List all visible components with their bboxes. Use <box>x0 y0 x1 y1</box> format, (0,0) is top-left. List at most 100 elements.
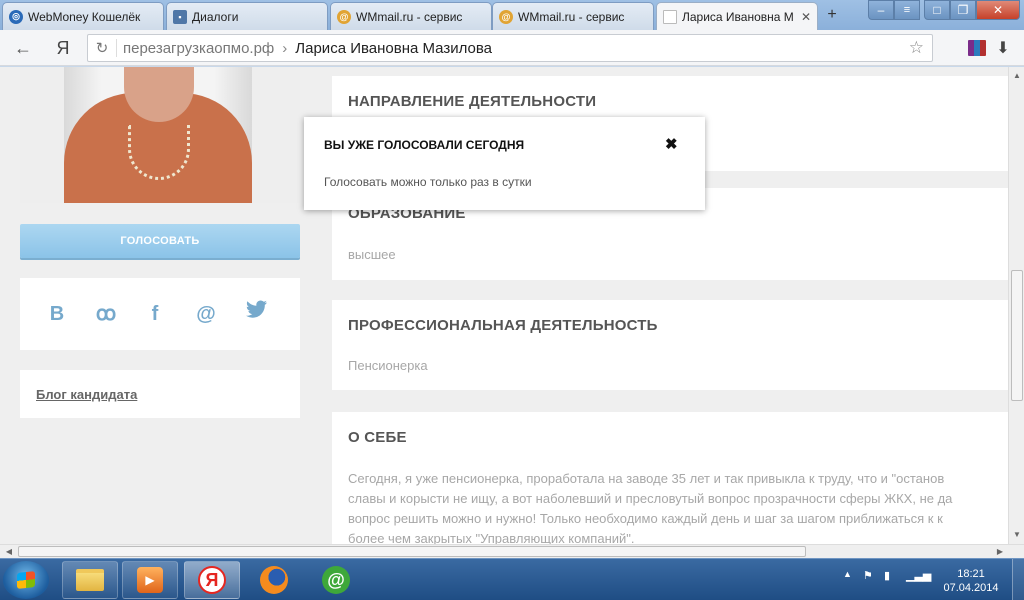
reload-icon[interactable]: ↻ <box>90 39 114 57</box>
tab-wmmail-2[interactable]: @ WMmail.ru - сервис <box>492 2 654 30</box>
candidate-photo <box>20 67 300 203</box>
chat-icon: ▪ <box>173 9 187 24</box>
scroll-down-arrow-icon[interactable]: ▼ <box>1009 528 1024 542</box>
direction-heading: НАПРАВЛЕНИЕ ДЕЯТЕЛЬНОСТИ <box>348 93 597 110</box>
back-button[interactable]: ← <box>12 37 34 59</box>
candidate-blog-link[interactable]: Блог кандидата <box>36 387 137 402</box>
taskbar-media-player[interactable]: ▶ <box>122 561 178 599</box>
download-icon: ⬇ <box>996 40 1010 57</box>
about-line: более чем закрытых "Управляющих компаний… <box>348 531 635 544</box>
twitter-bird-shape <box>246 300 267 318</box>
system-clock[interactable]: 18:21 07.04.2014 <box>938 567 1004 595</box>
clock-time: 18:21 <box>957 568 985 580</box>
menu-icon: ≡ <box>903 4 911 16</box>
about-text: Сегодня, я уже пенсионерка, проработала … <box>348 469 1008 544</box>
tray-expand-icon[interactable]: ▲ <box>843 569 852 579</box>
tab-label: WMmail.ru - сервис <box>518 9 625 24</box>
start-button[interactable] <box>3 561 49 599</box>
about-line: вопрос решить можно и нужно! Только необ… <box>348 511 943 526</box>
about-card: О СЕБЕ Сегодня, я уже пенсионерка, прора… <box>332 412 1008 544</box>
globe-icon: ◎ <box>9 9 23 24</box>
tab-dialogs[interactable]: ▪ Диалоги <box>166 2 328 30</box>
yandex-button[interactable]: Я <box>52 37 74 59</box>
settings-menu-button[interactable]: ≡ <box>894 0 920 20</box>
tab-candidate-page[interactable]: Лариса Ивановна М ✕ <box>656 2 818 30</box>
address-page-title: Лариса Ивановна Мазилова <box>295 39 493 57</box>
horizontal-scroll-thumb[interactable] <box>18 546 806 557</box>
close-dialog-icon[interactable]: ✖ <box>665 135 678 153</box>
arrow-left-icon: ← <box>14 37 32 58</box>
restore-down-button[interactable]: ❐ <box>950 0 976 20</box>
bookmark-star-icon[interactable]: ☆ <box>909 38 924 58</box>
address-separator: › <box>282 39 288 57</box>
books-icon <box>968 40 986 56</box>
tab-label: WebMoney Кошелёк <box>28 9 141 24</box>
tab-wmmail-1[interactable]: @ WMmail.ru - сервис <box>330 2 492 30</box>
photo-frame <box>64 67 252 203</box>
horizontal-scrollbar[interactable]: ◀ ▶ <box>0 544 1024 558</box>
taskbar-firefox[interactable] <box>246 561 302 599</box>
professional-value: Пенсионерка <box>348 358 428 373</box>
winrar-extension-button[interactable] <box>966 37 988 59</box>
media-player-icon: ▶ <box>137 567 163 593</box>
browser-tab-strip: ◎ WebMoney Кошелёк ▪ Диалоги @ WMmail.ru… <box>0 0 1024 30</box>
action-center-flag-icon[interactable]: ⚑ <box>863 569 873 582</box>
close-tab-icon[interactable]: ✕ <box>801 10 811 24</box>
education-value: высшее <box>348 247 396 262</box>
taskbar-mail-agent[interactable]: @ <box>308 561 364 599</box>
network-signal-icon[interactable]: ▁▃▅ <box>906 569 931 582</box>
windows-taskbar: ▶ Я @ ▲ ⚑ ▮ ▁▃▅ 18:21 07.04.2014 <box>0 558 1024 600</box>
taskbar-explorer[interactable] <box>62 561 118 599</box>
divider <box>116 39 117 57</box>
tab-label: Лариса Ивановна М <box>682 9 794 24</box>
tab-webmoney[interactable]: ◎ WebMoney Кошелёк <box>2 2 164 30</box>
new-tab-button[interactable]: + <box>822 6 842 24</box>
dialog-title: ВЫ УЖЕ ГОЛОСОВАЛИ СЕГОДНЯ <box>324 138 525 152</box>
about-heading: О СЕБЕ <box>348 429 407 446</box>
already-voted-dialog: ВЫ УЖЕ ГОЛОСОВАЛИ СЕГОДНЯ ✖ Голосовать м… <box>304 117 705 210</box>
yandex-logo: Я <box>56 37 70 58</box>
mail-icon[interactable]: @ <box>193 300 219 328</box>
page-icon <box>663 9 677 24</box>
tab-label: Диалоги <box>192 9 239 24</box>
address-host: перезагрузкаопмо.рф <box>123 39 275 57</box>
wmmail-icon: @ <box>499 9 513 24</box>
scroll-up-arrow-icon[interactable]: ▲ <box>1009 69 1024 83</box>
windows-logo-icon <box>17 571 35 589</box>
facebook-icon[interactable]: f <box>142 300 168 328</box>
clock-date: 07.04.2014 <box>943 582 999 594</box>
scroll-left-arrow-icon[interactable]: ◀ <box>2 545 16 558</box>
power-plug-icon[interactable]: ▮ <box>884 569 890 582</box>
vertical-scroll-thumb[interactable] <box>1011 270 1023 401</box>
professional-heading: ПРОФЕССИОНАЛЬНАЯ ДЕЯТЕЛЬНОСТЬ <box>348 317 658 334</box>
wmmail-icon: @ <box>337 9 351 24</box>
yandex-browser-icon: Я <box>198 566 226 594</box>
restore-button[interactable]: □ <box>924 0 950 20</box>
browser-toolbar: ← Я ↻ перезагрузкаопмо.рф › Лариса Ивано… <box>0 30 1024 66</box>
blog-panel: Блог кандидата <box>20 370 300 418</box>
professional-card: ПРОФЕССИОНАЛЬНАЯ ДЕЯТЕЛЬНОСТЬ Пенсионерк… <box>332 300 1008 390</box>
show-desktop-button[interactable] <box>1012 559 1024 600</box>
close-window-button[interactable]: ✕ <box>976 0 1020 20</box>
about-line: Сегодня, я уже пенсионерка, проработала … <box>348 471 945 486</box>
vk-icon[interactable]: В <box>44 300 70 328</box>
about-line: славы и корысти не ищу, а вот наболевший… <box>348 491 953 506</box>
mail-agent-icon: @ <box>322 566 350 594</box>
firefox-icon <box>260 566 288 594</box>
maximize-icon: □ <box>933 3 941 17</box>
taskbar-yandex-browser[interactable]: Я <box>184 561 240 599</box>
address-bar[interactable]: ↻ перезагрузкаопмо.рф › Лариса Ивановна … <box>87 34 933 62</box>
tab-label: WMmail.ru - сервис <box>356 9 463 24</box>
folder-icon <box>76 569 104 591</box>
twitter-icon[interactable] <box>244 300 270 328</box>
close-icon: ✕ <box>992 3 1004 17</box>
social-share-panel: В ꝏ f @ <box>20 278 300 350</box>
dialog-message: Голосовать можно только раз в сутки <box>324 175 532 189</box>
restore-icon: ❐ <box>957 3 969 17</box>
vote-button[interactable]: ГОЛОСОВАТЬ <box>20 224 300 258</box>
odnoklassniki-icon[interactable]: ꝏ <box>93 300 119 328</box>
vertical-scrollbar[interactable]: ▲ ▼ <box>1008 67 1024 544</box>
scroll-right-arrow-icon[interactable]: ▶ <box>993 545 1007 558</box>
minimize-button[interactable]: – <box>868 0 894 20</box>
downloads-button[interactable]: ⬇ <box>992 37 1014 59</box>
